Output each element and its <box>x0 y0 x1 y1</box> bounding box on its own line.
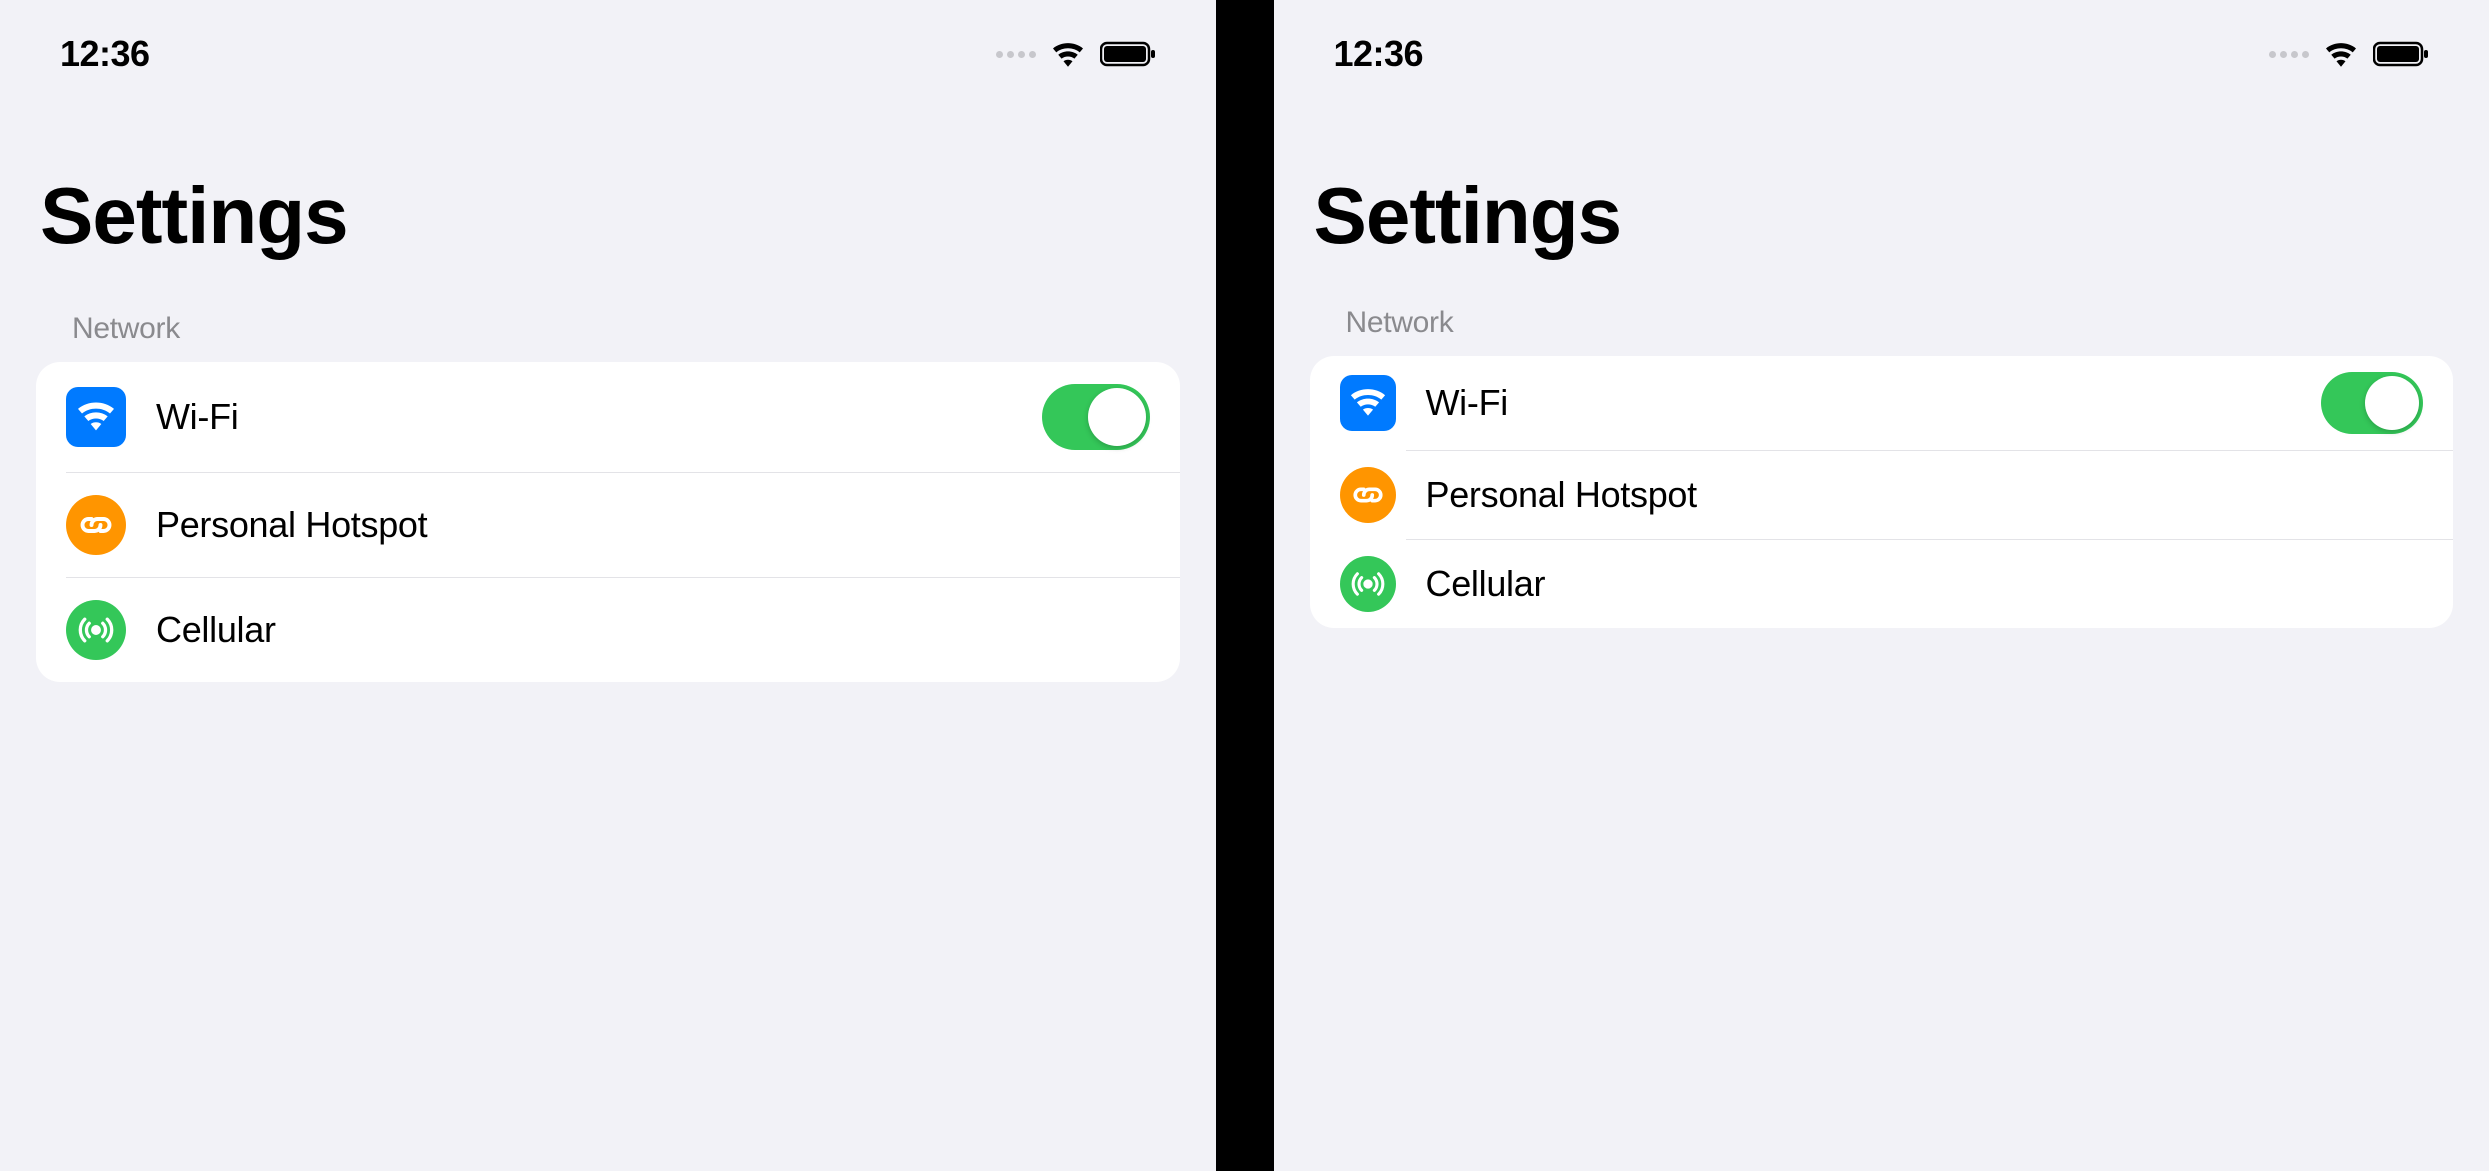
hotspot-label: Personal Hotspot <box>1426 474 2424 516</box>
battery-icon <box>2373 40 2429 68</box>
status-icons <box>996 40 1156 68</box>
wifi-label: Wi-Fi <box>1426 382 2322 424</box>
link-icon <box>1340 467 1396 523</box>
wifi-icon <box>1340 375 1396 431</box>
hotspot-row[interactable]: Personal Hotspot <box>1310 451 2454 539</box>
settings-screen-variant-a: 12:36 Settings Network <box>0 0 1216 1171</box>
link-icon <box>66 495 126 555</box>
wifi-toggle[interactable] <box>2321 372 2423 434</box>
section-header-network: Network <box>0 312 1216 362</box>
wifi-row[interactable]: Wi-Fi <box>1310 356 2454 450</box>
wifi-status-icon <box>2323 40 2359 68</box>
network-list-group: Wi-Fi Personal Hotspot <box>1310 356 2454 628</box>
wifi-icon <box>66 387 126 447</box>
status-bar: 12:36 <box>1274 0 2489 80</box>
cellular-label: Cellular <box>156 609 1150 651</box>
network-list-group: Wi-Fi Personal Hotspot <box>36 362 1180 682</box>
cellular-row[interactable]: Cellular <box>36 578 1180 682</box>
antenna-icon <box>1340 556 1396 612</box>
status-time: 12:36 <box>60 33 150 75</box>
status-time: 12:36 <box>1334 33 1424 75</box>
battery-icon <box>1100 40 1156 68</box>
settings-screen-variant-b: 12:36 Settings Network <box>1274 0 2489 1171</box>
section-header-network: Network <box>1274 306 2489 356</box>
hotspot-label: Personal Hotspot <box>156 504 1150 546</box>
status-icons <box>2269 40 2429 68</box>
status-bar: 12:36 <box>0 0 1216 80</box>
page-title: Settings <box>1274 80 2489 306</box>
cellular-row[interactable]: Cellular <box>1310 540 2454 628</box>
cellular-signal-icon <box>996 51 1036 58</box>
hotspot-row[interactable]: Personal Hotspot <box>36 473 1180 577</box>
wifi-row[interactable]: Wi-Fi <box>36 362 1180 472</box>
cellular-signal-icon <box>2269 51 2309 58</box>
cellular-label: Cellular <box>1426 563 2424 605</box>
antenna-icon <box>66 600 126 660</box>
page-title: Settings <box>0 80 1216 312</box>
wifi-label: Wi-Fi <box>156 396 1042 438</box>
screen-divider <box>1216 0 1274 1171</box>
wifi-status-icon <box>1050 40 1086 68</box>
wifi-toggle[interactable] <box>1042 384 1150 450</box>
